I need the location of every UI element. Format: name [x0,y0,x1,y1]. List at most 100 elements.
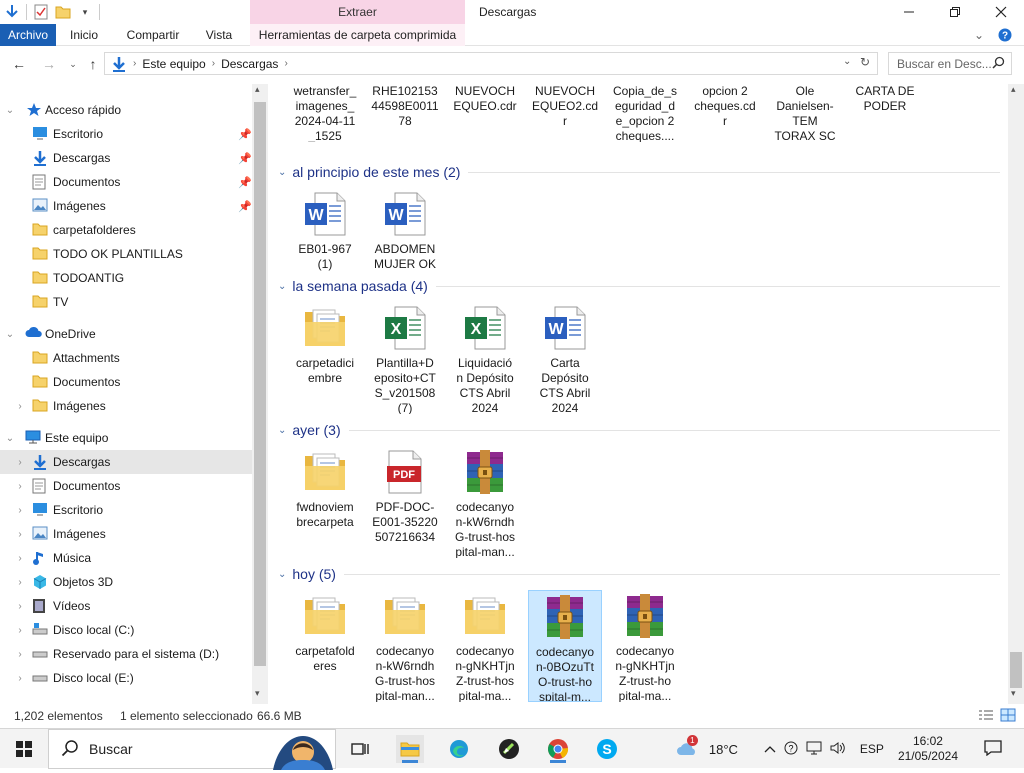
volume-icon[interactable] [830,741,846,758]
file-item[interactable]: PDFRHE102153 44598E0011 78 [368,84,442,142]
nav-item-onedrive-imagenes[interactable]: › Imágenes [0,394,252,418]
tab-vista[interactable]: Vista [196,24,242,46]
nav-scrollbar-thumb[interactable] [254,102,266,666]
nav-item-disco-e[interactable]: › Disco local (E:) [0,666,252,690]
chevron-down-icon[interactable]: ⌄ [278,281,286,292]
taskbar-search[interactable]: Buscar [48,729,336,770]
file-item[interactable]: CARTA DE PODER [848,84,922,142]
details-view-icon[interactable] [978,709,994,724]
close-button[interactable] [978,0,1024,24]
file-explorer-icon[interactable] [396,735,424,763]
scroll-up-icon[interactable]: ▴ [255,84,260,95]
breadcrumb-separator-icon[interactable]: › [212,58,215,69]
windows-start-icon[interactable] [10,735,38,763]
task-view-icon[interactable] [346,735,374,763]
app-icon[interactable] [495,735,523,763]
file-item[interactable]: NUEVOCH EQUEO2.cd r [528,84,602,142]
chevron-up-icon[interactable] [764,742,776,756]
chevron-down-icon[interactable]: ⌄ [278,425,286,436]
context-tab-extraer[interactable]: Extraer [250,0,465,24]
group-header[interactable]: ⌄ la semana pasada (4) [278,276,428,296]
large-icons-view-icon[interactable] [1000,708,1016,725]
scroll-up-icon[interactable]: ▴ [1011,84,1016,95]
group-header[interactable]: ⌄ hoy (5) [278,564,336,584]
chevron-right-icon[interactable]: › [14,601,26,612]
file-item[interactable]: codecanyo n-kW6rndh G-trust-hos pital-ma… [368,590,442,702]
pin-icon[interactable]: 📌 [238,176,252,189]
refresh-icon[interactable]: ↻ [860,55,870,69]
nav-item-todoantig[interactable]: TODOANTIG [0,266,252,290]
chevron-right-icon[interactable]: › [14,505,26,516]
file-item[interactable]: fwdnoviem brecarpeta [288,446,362,558]
tab-inicio[interactable]: Inicio [58,24,110,46]
chrome-icon[interactable] [544,735,572,763]
nav-onedrive[interactable]: ⌄ OneDrive [0,322,252,346]
pin-icon[interactable]: 📌 [238,128,252,141]
file-item[interactable]: carpetadici embre [288,302,362,414]
chevron-right-icon[interactable]: › [14,529,26,540]
chevron-right-icon[interactable]: › [14,577,26,588]
tab-archivo[interactable]: Archivo [0,24,56,46]
search-icon[interactable] [992,56,1005,72]
nav-item-attachments[interactable]: Attachments [0,346,252,370]
file-item[interactable]: X Plantilla+D eposito+CT S_v201508 (7) [368,302,442,414]
tab-compartir[interactable]: Compartir [118,24,188,46]
chevron-down-icon[interactable]: ⌄ [278,569,286,580]
recent-locations-icon[interactable]: ⌄ [62,54,84,74]
nav-item-carpetafolderes[interactable]: carpetafolderes [0,218,252,242]
breadcrumb-este-equipo[interactable]: Este equipo [142,57,205,71]
nav-item-descargas[interactable]: Descargas 📌 [0,146,252,170]
nav-item-todo-ok-plantillas[interactable]: TODO OK PLANTILLAS [0,242,252,266]
nav-item-pc-imagenes[interactable]: › Imágenes [0,522,252,546]
file-item[interactable]: W Carta Depósito CTS Abril 2024 [528,302,602,414]
file-item[interactable]: codecanyo n-gNKHTjn Z-trust-hos pital-ma… [448,590,522,702]
nav-item-musica[interactable]: › Música [0,546,252,570]
chevron-right-icon[interactable]: › [14,401,26,412]
search-box[interactable]: Buscar en Desc... [888,52,1012,75]
network-icon[interactable] [806,741,822,758]
ribbon-expand-icon[interactable]: ⌄ [968,24,990,46]
nav-item-documentos[interactable]: Documentos 📌 [0,170,252,194]
nav-item-videos[interactable]: › Vídeos [0,594,252,618]
nav-item-disco-d[interactable]: › Reservado para el sistema (D:) [0,642,252,666]
notifications-icon[interactable] [984,739,1002,759]
weather-icon[interactable]: 1 [675,734,701,760]
forward-button[interactable]: → [38,54,60,74]
nav-item-tv[interactable]: TV [0,290,252,314]
qat-dropdown-icon[interactable]: ▾ [77,4,93,20]
download-arrow-icon[interactable] [4,4,20,20]
file-item[interactable]: Copia_de_s eguridad_d e_opcion 2 cheques… [608,84,682,142]
content-scrollbar[interactable]: ▴ ▾ [1008,84,1024,704]
address-bar[interactable]: › Este equipo › Descargas › ⌄ ↻ [104,52,878,75]
breadcrumb-separator-icon[interactable]: › [284,58,287,69]
file-item[interactable]: codecanyo n-kW6rndh G-trust-hos pital-ma… [448,446,522,558]
chevron-right-icon[interactable]: › [14,481,26,492]
group-header[interactable]: ⌄ ayer (3) [278,420,341,440]
tab-herramientas-carpeta-comprimida[interactable]: Herramientas de carpeta comprimida [252,24,463,46]
file-item[interactable]: wetransfer_ imagenes_ 2024-04-11 _1525 [288,84,362,142]
scroll-down-icon[interactable]: ▾ [255,688,260,699]
help-icon[interactable]: ? [994,24,1016,46]
chevron-right-icon[interactable]: › [14,457,26,468]
nav-este-equipo[interactable]: ⌄ Este equipo [0,426,252,450]
new-folder-icon[interactable] [55,4,71,20]
breadcrumb-descargas[interactable]: Descargas [221,57,278,71]
file-item[interactable]: codecanyo n-gNKHTjn Z-trust-ho pital-ma.… [608,590,682,702]
input-language[interactable]: ESP [860,742,884,756]
chevron-right-icon[interactable]: › [14,625,26,636]
chevron-down-icon[interactable]: ⌄ [4,433,16,444]
chevron-right-icon[interactable]: › [14,649,26,660]
nav-item-onedrive-documentos[interactable]: Documentos [0,370,252,394]
pin-icon[interactable]: 📌 [238,152,252,165]
file-item[interactable]: carpetafold eres [288,590,362,702]
skype-icon[interactable]: S [593,735,621,763]
nav-item-pc-escritorio[interactable]: › Escritorio [0,498,252,522]
clock[interactable]: 16:02 21/05/2024 [898,734,958,764]
file-item[interactable]: PDFOle Danielsen- TEM TORAX SC [768,84,842,142]
chevron-right-icon[interactable]: › [14,553,26,564]
up-button[interactable]: ↑ [82,54,104,74]
chevron-down-icon[interactable]: ⌄ [4,105,16,116]
properties-icon[interactable] [33,4,49,20]
file-item[interactable]: codecanyo n-0BOzuTt O-trust-ho spital-m.… [528,590,602,702]
nav-item-objetos-3d[interactable]: › Objetos 3D [0,570,252,594]
